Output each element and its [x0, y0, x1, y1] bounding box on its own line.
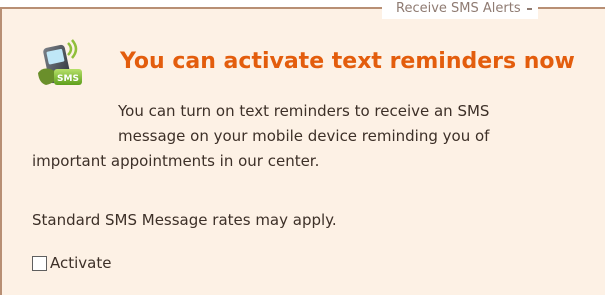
sms-alerts-panel: Receive SMS Alerts SMS You can activate … — [0, 0, 605, 295]
panel-legend: Receive SMS Alerts — [382, 0, 538, 19]
legend-dash — [526, 7, 532, 10]
activate-label[interactable]: Activate — [50, 253, 111, 273]
description-line-2: message on your mobile device reminding … — [118, 127, 490, 145]
activate-checkbox-row[interactable]: Activate — [32, 253, 111, 273]
panel-legend-text: Receive SMS Alerts — [396, 1, 521, 16]
activate-checkbox[interactable] — [32, 255, 47, 271]
sms-phone-icon: SMS — [30, 37, 90, 97]
page-title: You can activate text reminders now — [120, 49, 575, 74]
sms-icon-text: SMS — [57, 74, 79, 84]
rates-note: Standard SMS Message rates may apply. — [32, 211, 337, 229]
description-line-1: You can turn on text reminders to receiv… — [118, 102, 490, 120]
description-line-3: important appointments in our center. — [32, 152, 320, 170]
description-text: You can turn on text reminders to receiv… — [32, 99, 602, 174]
